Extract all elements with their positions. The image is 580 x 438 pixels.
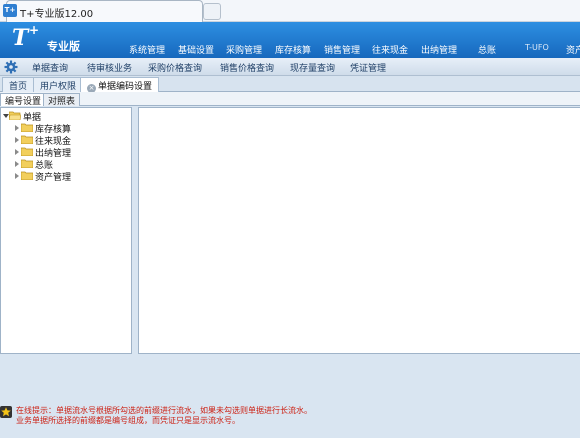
tab-number-settings[interactable]: 编号设置	[0, 93, 47, 107]
tab-mapping-table[interactable]: 对照表	[43, 93, 81, 107]
online-tips: 在线提示：单据流水号根据所勾选的前缀进行流水，如果未勾选则单据进行长流水。 业务…	[0, 395, 580, 438]
toolbar-document-query[interactable]: 单据查询	[32, 61, 68, 74]
open-folder-icon	[9, 111, 21, 120]
tree-node-general-ledger[interactable]: 总账	[15, 158, 131, 171]
document-type-tree: 单据 库存核算 往来现金 出纳管理 总账 资产管理	[0, 107, 132, 354]
folder-icon	[21, 171, 33, 180]
gear-icon[interactable]	[4, 60, 18, 74]
logo-letter: T	[12, 25, 29, 51]
logo-plus: +	[29, 23, 40, 37]
quick-toolbar: 单据查询 待审核业务 采购价格查询 销售价格查询 现存量查询 凭证管理	[0, 58, 580, 76]
menu-t-ufo[interactable]: T-UFO	[525, 43, 549, 52]
inner-tabs: 编号设置 对照表	[0, 92, 580, 107]
collapse-icon[interactable]	[15, 137, 19, 143]
new-tab-button[interactable]	[203, 3, 221, 20]
star-icon	[0, 406, 12, 418]
title-bar: T+ T+专业版12.00	[0, 0, 580, 22]
tab-label: 单据编码设置	[98, 82, 153, 92]
toolbar-pending-review[interactable]: 待审核业务	[87, 61, 132, 74]
collapse-icon[interactable]	[15, 161, 19, 167]
toolbar-purchase-price-query[interactable]: 采购价格查询	[148, 61, 202, 74]
toolbar-sales-price-query[interactable]: 销售价格查询	[220, 61, 274, 74]
menu-sales-management[interactable]: 销售管理	[324, 43, 360, 56]
code-settings-panel	[138, 107, 580, 354]
toolbar-stock-query[interactable]: 现存量查询	[290, 61, 335, 74]
menu-receivables-cash[interactable]: 往来现金	[372, 43, 408, 56]
tab-home[interactable]: 首页	[2, 77, 35, 92]
menu-assets[interactable]: 资产	[566, 43, 580, 56]
collapse-icon[interactable]	[15, 149, 19, 155]
tab-user-permissions[interactable]: 用户权限	[33, 77, 84, 92]
toolbar-voucher-management[interactable]: 凭证管理	[350, 61, 386, 74]
menu-cashier-management[interactable]: 出纳管理	[421, 43, 457, 56]
app-icon: T+	[3, 4, 17, 17]
tree-node-label: 资产管理	[35, 173, 72, 183]
tree-node-asset-management[interactable]: 资产管理	[15, 170, 131, 183]
tab-document-code-settings[interactable]: × 单据编码设置	[80, 77, 160, 93]
document-tabs: 首页 用户权限 × 单据编码设置	[0, 76, 580, 93]
menu-system-management[interactable]: 系统管理	[129, 43, 165, 56]
menu-purchase-management[interactable]: 采购管理	[226, 43, 262, 56]
menu-general-ledger[interactable]: 总账	[478, 43, 496, 56]
folder-icon	[21, 147, 33, 156]
folder-icon	[21, 159, 33, 168]
window-title: T+专业版12.00	[20, 9, 94, 20]
tree-node-root[interactable]: 单据	[3, 110, 131, 123]
menu-basic-settings[interactable]: 基础设置	[178, 43, 214, 56]
collapse-icon[interactable]	[15, 173, 19, 179]
tree-node-cashier-management[interactable]: 出纳管理	[15, 146, 131, 159]
folder-icon	[21, 123, 33, 132]
main-header: T + 专业版 系统管理 基础设置 采购管理 库存核算 销售管理 往来现金 出纳…	[0, 22, 580, 58]
tree-node-inventory-accounting[interactable]: 库存核算	[15, 122, 131, 135]
tree-node-receivables-cash[interactable]: 往来现金	[15, 134, 131, 147]
folder-icon	[21, 135, 33, 144]
edition-label: 专业版	[47, 40, 80, 53]
menu-inventory-accounting[interactable]: 库存核算	[275, 43, 311, 56]
tip-line: 业务单据所选择的前缀都是编号组成，而凭证只是显示流水号。	[16, 416, 240, 425]
collapse-icon[interactable]	[15, 125, 19, 131]
